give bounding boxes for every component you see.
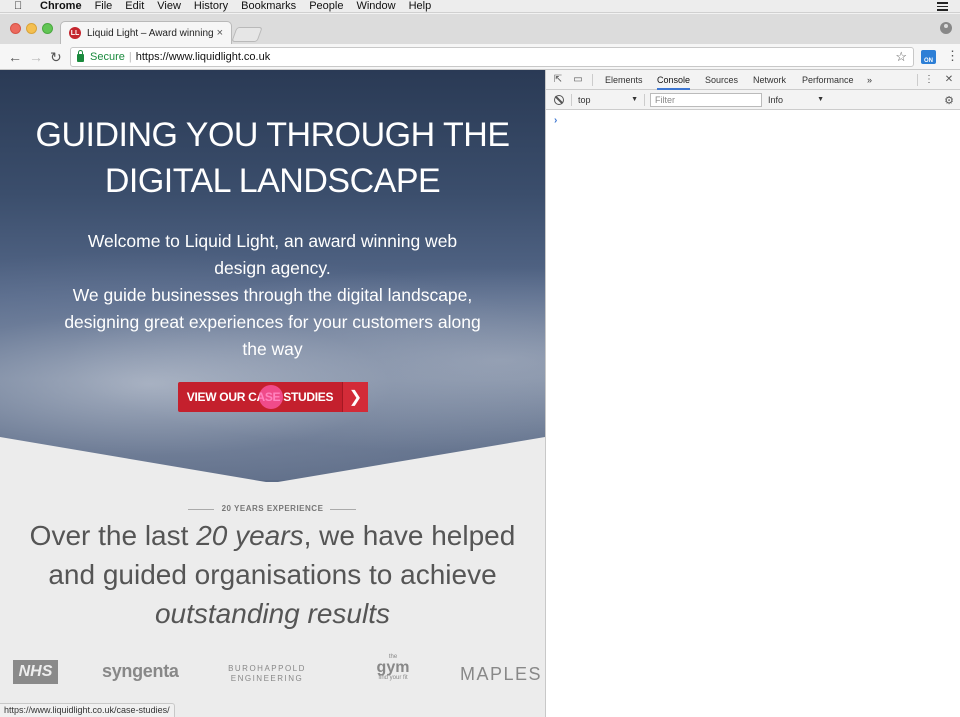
log-level-select[interactable]: Info ▼ [768, 93, 824, 107]
devtools-menu-icon[interactable]: ⋮ [923, 74, 935, 86]
toolbar-separator [592, 74, 593, 86]
hero-title-line: GUIDING YOU THROUGH THE [35, 116, 511, 154]
tab-liquid-light[interactable]: LL Liquid Light – Award winning w × [60, 21, 232, 44]
menu-people[interactable]: People [309, 0, 343, 13]
url-text[interactable]: https://www.liquidlight.co.uk [136, 51, 271, 63]
hero-text-line: We guide businesses through the digital … [72, 285, 473, 305]
devtools-panel: ⇱ ▭ Elements Console Sources Network Per… [545, 70, 960, 717]
the-gym-logo: the gym find your fit [370, 654, 416, 682]
toolbar-separator [571, 94, 572, 106]
minimize-window-button[interactable] [26, 23, 37, 34]
experience-label: 20 YEARS EXPERIENCE [221, 504, 324, 513]
chevron-right-icon: ❯ [342, 382, 368, 412]
tab-strip: LL Liquid Light – Award winning w × [0, 14, 960, 44]
console-prompt-icon[interactable]: › [554, 115, 557, 126]
menu-history[interactable]: History [194, 0, 228, 13]
click-indicator [259, 385, 283, 409]
burohappold-logo-line: ENGINEERING [230, 674, 304, 683]
nhs-logo: NHS [13, 660, 58, 684]
status-bar-url: https://www.liquidlight.co.uk/case-studi… [0, 703, 175, 717]
back-arrow-icon[interactable]: ← [8, 48, 22, 66]
website-viewport: GUIDING YOU THROUGH THE DIGITAL LANDSCAP… [0, 70, 545, 717]
zoom-window-button[interactable] [42, 23, 53, 34]
context-value: top [578, 95, 591, 105]
address-separator: | [128, 51, 132, 63]
hero-intro-text: Welcome to Liquid Light, an award winnin… [40, 228, 505, 363]
burohappold-logo: BUROHAPPOLD ENGINEERING [221, 664, 313, 684]
lock-icon [77, 50, 84, 62]
address-bar[interactable]: Secure | https://www.liquidlight.co.uk ☆ [70, 47, 914, 67]
close-window-button[interactable] [10, 23, 21, 34]
log-level-value: Info [768, 95, 784, 105]
gym-logo-main: gym [376, 659, 410, 676]
tab-sources[interactable]: Sources [705, 70, 738, 90]
bookmark-star-icon[interactable]: ☆ [895, 49, 907, 65]
hero-title-line: DIGITAL LANDSCAPE [104, 162, 441, 200]
maples-logo: MAPLES [460, 664, 543, 684]
hero-chevron-shape [0, 437, 545, 483]
tab-performance[interactable]: Performance [802, 70, 854, 90]
menu-edit[interactable]: Edit [125, 0, 144, 13]
menu-bookmarks[interactable]: Bookmarks [241, 0, 296, 13]
favicon-icon: LL [69, 27, 81, 39]
forward-arrow-icon[interactable]: → [29, 48, 43, 66]
experience-headline: Over the last 20 years, we have helped a… [10, 516, 535, 633]
toolbar-separator [917, 74, 918, 86]
reload-icon[interactable]: ↻ [50, 48, 62, 66]
browser-toolbar: ← → ↻ Secure | https://www.liquidlight.c… [0, 44, 960, 70]
hero-text-line: designing great experiences for your cus… [64, 312, 481, 332]
burohappold-logo-line: BUROHAPPOLD [228, 664, 306, 673]
console-settings-gear-icon[interactable]: ⚙ [944, 94, 954, 107]
hero-text-line: the way [242, 339, 303, 359]
context-select[interactable]: top ▼ [578, 93, 638, 107]
profile-icon[interactable] [940, 22, 952, 34]
clear-console-icon[interactable] [554, 95, 564, 105]
new-tab-button[interactable] [231, 27, 263, 42]
hero-title: GUIDING YOU THROUGH THE DIGITAL LANDSCAP… [0, 112, 545, 204]
menu-window[interactable]: Window [356, 0, 395, 13]
console-filter-bar: top ▼ Info ▼ ⚙ [546, 90, 960, 110]
chrome-menu-icon[interactable]: ⋮ [946, 49, 959, 63]
headline-emphasis: outstanding results [154, 598, 391, 629]
list-icon[interactable] [937, 2, 948, 11]
menu-view[interactable]: View [157, 0, 181, 13]
console-filter-input[interactable] [650, 93, 762, 107]
toolbar-separator [644, 94, 645, 106]
tab-console[interactable]: Console [657, 70, 691, 90]
devtools-tabbar: ⇱ ▭ Elements Console Sources Network Per… [546, 70, 960, 90]
dropdown-arrow-icon: ▼ [631, 96, 638, 103]
dropdown-arrow-icon: ▼ [817, 96, 824, 103]
device-toolbar-icon[interactable]: ▭ [572, 74, 584, 86]
tab-network[interactable]: Network [753, 70, 786, 90]
more-tabs-icon[interactable]: » [867, 70, 872, 90]
mac-menubar:  Chrome File Edit View History Bookmark… [0, 0, 960, 13]
apple-icon[interactable]:  [14, 0, 26, 12]
inspect-element-icon[interactable]: ⇱ [552, 74, 564, 86]
hero-banner: GUIDING YOU THROUGH THE DIGITAL LANDSCAP… [0, 70, 545, 483]
hero-text-line: design agency. [214, 258, 331, 278]
secure-label: Secure [90, 51, 125, 63]
menu-file[interactable]: File [95, 0, 113, 13]
syngenta-logo: syngenta [102, 661, 179, 681]
close-devtools-icon[interactable]: ✕ [943, 74, 955, 86]
menu-help[interactable]: Help [409, 0, 432, 13]
gym-logo-sub: find your fit [378, 675, 408, 681]
menu-chrome[interactable]: Chrome [40, 0, 82, 13]
headline-text: Over the last [29, 520, 197, 551]
hero-text-line: Welcome to Liquid Light, an award winnin… [87, 231, 458, 251]
tab-title: Liquid Light – Award winning w [87, 27, 213, 39]
tab-elements[interactable]: Elements [605, 70, 643, 90]
extension-icon[interactable]: ON [921, 50, 936, 64]
headline-emphasis: 20 years [196, 520, 304, 551]
tab-close-icon[interactable]: × [217, 27, 223, 39]
divider-line [330, 509, 356, 510]
